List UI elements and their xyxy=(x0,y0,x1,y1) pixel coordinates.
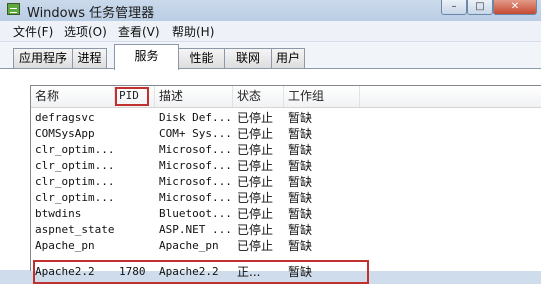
service-row[interactable]: clr_optim... Microsof... 已停止 暂缺 xyxy=(31,190,541,206)
service-row[interactable]: Apache_pn Apache_pn 已停止 暂缺 xyxy=(31,238,541,254)
tab-services[interactable]: 服务 xyxy=(114,44,179,70)
service-description: Microsof... xyxy=(159,191,232,204)
service-status: 已停止 xyxy=(237,111,274,125)
menu-options[interactable]: 选项(O) xyxy=(64,23,107,40)
service-group: 暂缺 xyxy=(288,207,313,221)
maximize-button[interactable]: □ xyxy=(467,0,493,15)
services-list: 名称 PID 描述 状态 工作组 defragsvc Disk Def... 已… xyxy=(30,85,541,284)
service-description: COM+ Sys... xyxy=(159,127,232,140)
service-row[interactable]: btwdins Bluetoot... 已停止 暂缺 xyxy=(31,206,541,222)
title-bar[interactable]: Windows 任务管理器 – □ ✕ xyxy=(0,0,541,21)
minimize-button[interactable]: – xyxy=(441,0,467,15)
tab-applications[interactable]: 应用程序 xyxy=(13,48,73,69)
service-row[interactable]: aspnet_state ASP.NET ... 已停止 暂缺 xyxy=(31,222,541,238)
service-name: clr_optim... xyxy=(35,175,115,188)
service-status: 已停止 xyxy=(237,175,274,189)
service-name: clr_optim... xyxy=(35,159,115,172)
menu-file[interactable]: 文件(F) xyxy=(13,23,53,40)
service-status: 已停止 xyxy=(237,127,274,141)
column-group[interactable]: 工作组 xyxy=(284,86,360,107)
service-status: 已停止 xyxy=(237,239,274,253)
task-manager-app-icon xyxy=(7,3,20,15)
service-group: 暂缺 xyxy=(288,191,313,205)
service-row[interactable]: clr_optim... Microsof... 已停止 暂缺 xyxy=(31,158,541,174)
window-controls: – □ ✕ xyxy=(441,0,537,16)
services-header: 名称 PID 描述 状态 工作组 xyxy=(31,86,541,108)
service-name: clr_optim... xyxy=(35,191,115,204)
tab-users[interactable]: 用户 xyxy=(271,48,305,69)
tab-performance[interactable]: 性能 xyxy=(178,48,225,69)
service-status: 已停止 xyxy=(237,207,274,221)
service-name: defragsvc xyxy=(35,111,95,124)
service-group: 暂缺 xyxy=(288,111,313,125)
pid-column-highlight xyxy=(115,87,149,106)
service-description: ASP.NET ... xyxy=(159,223,232,236)
service-group: 暂缺 xyxy=(288,143,313,157)
service-description: Microsof... xyxy=(159,159,232,172)
close-button[interactable]: ✕ xyxy=(493,0,537,15)
service-status: 已停止 xyxy=(237,223,274,237)
service-group: 暂缺 xyxy=(288,239,313,253)
service-status: 已停止 xyxy=(237,159,274,173)
column-name[interactable]: 名称 xyxy=(31,86,115,107)
service-group: 暂缺 xyxy=(288,127,313,141)
tab-strip: 应用程序 进程 服务 性能 联网 用户 xyxy=(0,42,541,70)
menu-help[interactable]: 帮助(H) xyxy=(172,23,214,40)
service-description: Disk Def... xyxy=(159,111,232,124)
service-row[interactable]: defragsvc Disk Def... 已停止 暂缺 xyxy=(31,110,541,126)
service-status: 已停止 xyxy=(237,191,274,205)
service-row[interactable]: clr_optim... Microsof... 已停止 暂缺 xyxy=(31,174,541,190)
service-description: Microsof... xyxy=(159,143,232,156)
services-panel: 名称 PID 描述 状态 工作组 defragsvc Disk Def... 已… xyxy=(0,68,541,284)
service-group: 暂缺 xyxy=(288,159,313,173)
service-name: aspnet_state xyxy=(35,223,115,236)
service-name: clr_optim... xyxy=(35,143,115,156)
service-description: Bluetoot... xyxy=(159,207,232,220)
apache-row-highlight xyxy=(33,260,369,284)
service-group: 暂缺 xyxy=(288,223,313,237)
tab-networking[interactable]: 联网 xyxy=(224,48,272,69)
column-status[interactable]: 状态 xyxy=(233,86,284,107)
service-name: btwdins xyxy=(35,207,82,220)
service-row[interactable]: clr_optim... Microsof... 已停止 暂缺 xyxy=(31,142,541,158)
column-description[interactable]: 描述 xyxy=(155,86,233,107)
window-title: Windows 任务管理器 xyxy=(27,6,155,21)
service-row[interactable]: COMSysApp COM+ Sys... 已停止 暂缺 xyxy=(31,126,541,142)
service-name: COMSysApp xyxy=(35,127,95,140)
service-status: 已停止 xyxy=(237,143,274,157)
menu-bar: 文件(F) 选项(O) 查看(V) 帮助(H) xyxy=(0,21,541,42)
service-group: 暂缺 xyxy=(288,175,313,189)
menu-view[interactable]: 查看(V) xyxy=(118,23,160,40)
service-description: Apache_pn xyxy=(159,239,219,252)
service-name: Apache_pn xyxy=(35,239,95,252)
service-description: Microsof... xyxy=(159,175,232,188)
tab-processes[interactable]: 进程 xyxy=(72,48,107,69)
